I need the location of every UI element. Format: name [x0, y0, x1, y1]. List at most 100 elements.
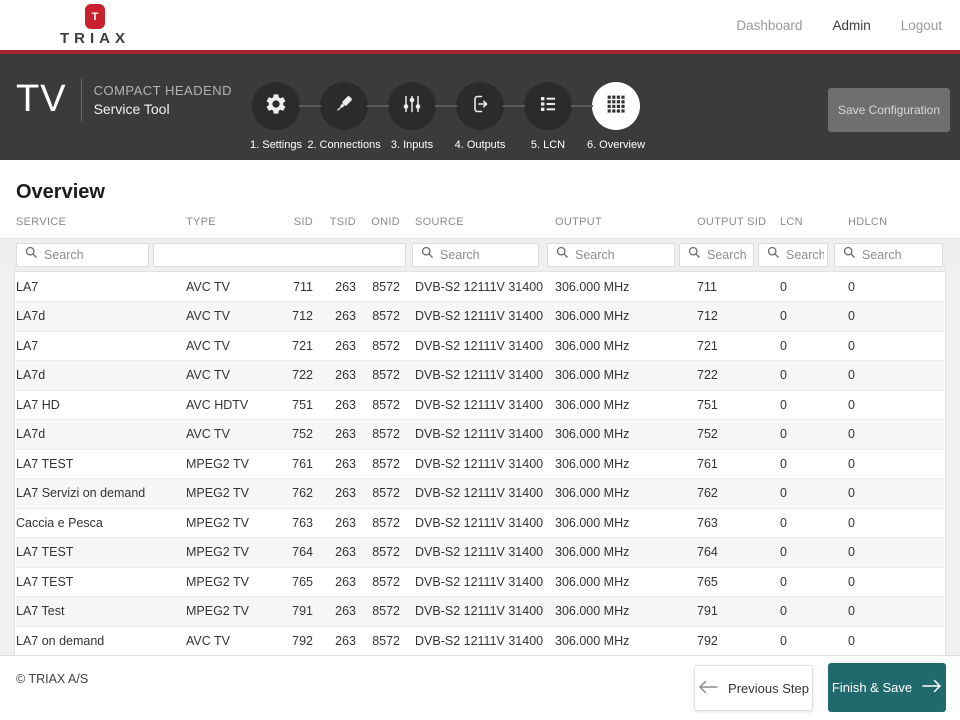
step-overview[interactable]: 6. Overview	[582, 68, 650, 151]
search-hdlcn[interactable]	[834, 243, 943, 267]
table-cell: 263	[313, 538, 356, 568]
table-cell: 263	[313, 331, 356, 361]
table-cell: 306.000 MHz	[555, 361, 697, 391]
table-cell: MPEG2 TV	[186, 508, 280, 538]
search-type-input[interactable]	[162, 248, 405, 262]
table-cell: 263	[313, 597, 356, 627]
table-cell: 711	[280, 272, 313, 302]
table-row: LA7 TESTMPEG2 TV7612638572DVB-S2 12111V …	[16, 449, 944, 479]
table-row: LA7 on demandAVC TV7922638572DVB-S2 1211…	[16, 626, 944, 655]
table-cell: DVB-S2 12111V 31400	[400, 479, 555, 509]
table-cell: Caccia e Pesca	[16, 508, 186, 538]
step-circle	[456, 82, 504, 130]
search-lcn-input[interactable]	[786, 248, 824, 262]
table-row: LA7 Servizi on demandMPEG2 TV7622638572D…	[16, 479, 944, 509]
product-tool-name: Service Tool	[94, 101, 232, 117]
search-lcn[interactable]	[758, 243, 828, 267]
grid-icon	[604, 92, 628, 121]
table-row: LA7dAVC TV7522638572DVB-S2 12111V 314003…	[16, 420, 944, 450]
search-output[interactable]	[547, 243, 675, 267]
table-cell: AVC TV	[186, 420, 280, 450]
search-icon	[25, 246, 38, 264]
table-cell: DVB-S2 12111V 31400	[400, 597, 555, 627]
main-content: Overview SERVICE TYPE SID TSID ONID SOUR…	[0, 160, 960, 655]
table-cell: 722	[280, 361, 313, 391]
table-cell: DVB-S2 12111V 31400	[400, 449, 555, 479]
table-cell: 263	[313, 449, 356, 479]
table-cell: DVB-S2 12111V 31400	[400, 361, 555, 391]
col-output-sid: OUTPUT SID	[697, 216, 766, 228]
nav-dashboard[interactable]: Dashboard	[736, 18, 802, 33]
search-type-sid[interactable]	[153, 243, 406, 267]
footer: © TRIAX A/S Previous Step Finish & Save	[0, 655, 960, 720]
table-cell: 306.000 MHz	[555, 390, 697, 420]
search-output-sid[interactable]	[679, 243, 754, 267]
search-output-input[interactable]	[575, 248, 671, 262]
page-title: Overview	[0, 160, 960, 214]
table-cell: 712	[697, 302, 780, 332]
triax-logo-text: TRIAX	[60, 30, 130, 47]
table-cell: 761	[280, 449, 313, 479]
step-inputs[interactable]: 3. Inputs	[378, 68, 446, 151]
triax-logo-icon: T	[85, 4, 105, 29]
table-cell: 0	[780, 420, 848, 450]
search-service[interactable]	[16, 243, 149, 267]
table-cell: DVB-S2 12111V 31400	[400, 302, 555, 332]
col-tsid: TSID	[313, 216, 356, 228]
table-cell: 791	[697, 597, 780, 627]
table-cell: 263	[313, 302, 356, 332]
table-cell: 0	[848, 538, 944, 568]
previous-step-button[interactable]: Previous Step	[694, 665, 813, 711]
search-hdlcn-input[interactable]	[862, 248, 939, 262]
table-cell: 306.000 MHz	[555, 420, 697, 450]
table-cell: 306.000 MHz	[555, 626, 697, 655]
table-row: LA7AVC TV7112638572DVB-S2 12111V 3140030…	[16, 272, 944, 302]
nav-logout[interactable]: Logout	[901, 18, 942, 33]
search-output-sid-input[interactable]	[707, 248, 750, 262]
table-cell: 306.000 MHz	[555, 567, 697, 597]
table-cell: MPEG2 TV	[186, 538, 280, 568]
table-cell: 306.000 MHz	[555, 597, 697, 627]
table-cell: 306.000 MHz	[555, 508, 697, 538]
table-cell: 263	[313, 626, 356, 655]
nav-admin[interactable]: Admin	[832, 18, 870, 33]
search-service-input[interactable]	[44, 248, 145, 262]
table-cell: DVB-S2 12111V 31400	[400, 508, 555, 538]
search-source[interactable]	[412, 243, 539, 267]
table-cell: DVB-S2 12111V 31400	[400, 626, 555, 655]
table-cell: 306.000 MHz	[555, 449, 697, 479]
app-header: TV COMPACT HEADEND Service Tool 1. Setti…	[0, 54, 960, 160]
table-cell: LA7 Test	[16, 597, 186, 627]
table-cell: 792	[280, 626, 313, 655]
table-cell: 8572	[356, 626, 400, 655]
table-cell: DVB-S2 12111V 31400	[400, 272, 555, 302]
table-cell: 0	[848, 272, 944, 302]
step-label: 6. Overview	[587, 139, 645, 151]
table-cell: 306.000 MHz	[555, 479, 697, 509]
step-label: 1. Settings	[250, 139, 302, 151]
table-cell: 0	[848, 567, 944, 597]
table-cell: 0	[848, 420, 944, 450]
step-connections[interactable]: 2. Connections	[310, 68, 378, 151]
finish-save-button[interactable]: Finish & Save	[828, 663, 946, 712]
step-lcn[interactable]: 5. LCN	[514, 68, 582, 151]
table-cell: 792	[697, 626, 780, 655]
table-cell: MPEG2 TV	[186, 597, 280, 627]
col-output: OUTPUT	[555, 216, 602, 228]
table-left-gutter	[0, 263, 15, 655]
output-icon	[468, 92, 492, 121]
search-source-input[interactable]	[440, 248, 535, 262]
save-configuration-button[interactable]: Save Configuration	[828, 88, 950, 132]
table-cell: 306.000 MHz	[555, 302, 697, 332]
table-cell: 0	[780, 390, 848, 420]
top-nav: Dashboard Admin Logout	[736, 0, 942, 50]
arrow-left-icon	[698, 680, 718, 697]
services-table: LA7AVC TV7112638572DVB-S2 12111V 3140030…	[16, 272, 944, 655]
triax-logo: T TRIAX	[30, 4, 160, 47]
step-settings[interactable]: 1. Settings	[242, 68, 310, 151]
table-cell: AVC TV	[186, 626, 280, 655]
step-outputs[interactable]: 4. Outputs	[446, 68, 514, 151]
table-cell: 0	[848, 302, 944, 332]
table-cell: 0	[780, 331, 848, 361]
search-icon	[767, 246, 780, 264]
